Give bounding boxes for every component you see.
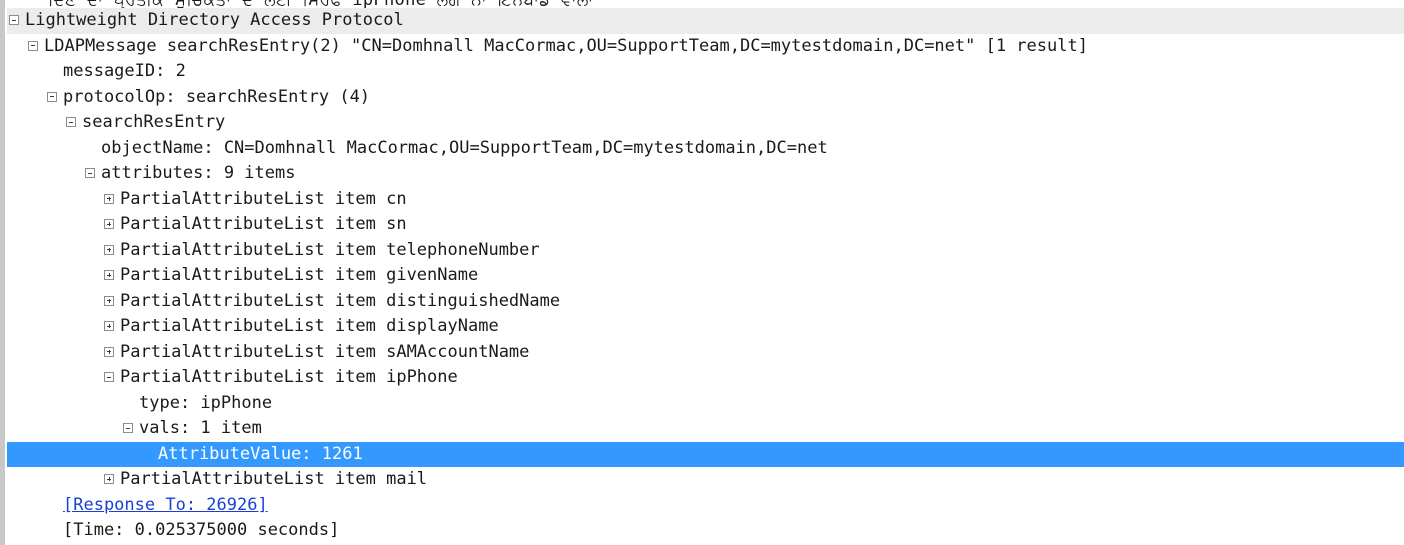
tree-row-label: [Time: 0.025375000 seconds] [63,520,340,540]
tree-row-ipphone-item[interactable]: PartialAttributeList item ipPhone [7,365,1404,391]
tree-row-label: searchResEntry [82,112,226,132]
tree-row-ipphone-type[interactable]: type: ipPhone [7,391,1404,417]
tree-row-object-name[interactable]: objectName: CN=Domhnall MacCormac,OU=Sup… [7,136,1404,162]
tree-row-message-id[interactable]: messageID: 2 [7,59,1404,85]
tree-row-label: messageID: 2 [63,61,186,81]
tree-row-label: PartialAttributeList item sAMAccountName [120,341,530,362]
tree-row-label: AttributeValue: 1261 [158,443,363,464]
expand-icon[interactable] [104,244,114,255]
tree-row-attributes[interactable]: attributes: 9 items [7,161,1404,187]
tree-row-label: PartialAttributeList item ipPhone [120,367,458,387]
expand-icon[interactable] [104,321,114,331]
expand-icon[interactable] [104,193,114,204]
tree-row-label: objectName: CN=Domhnall MacCormac,OU=Sup… [101,137,828,158]
tree-row-label: LDAPMessage searchResEntry(2) "CN=Domhna… [44,35,1088,56]
expand-icon[interactable] [104,270,114,280]
tree-row-label: PartialAttributeList item displayName [120,316,499,336]
tree-row-attribute-item[interactable]: PartialAttributeList item telephoneNumbe… [7,238,1404,264]
tree-row-label: vals: 1 item [139,418,262,438]
tree-row-ldap-root[interactable]: Lightweight Directory Access Protocol [7,8,1404,34]
tree-row-ipphone-vals[interactable]: vals: 1 item [7,416,1404,442]
tree-row-attribute-item[interactable]: PartialAttributeList item distinguishedN… [7,289,1404,315]
tree-row-attribute-value-selected[interactable]: AttributeValue: 1261 [7,441,1404,467]
packet-details-tree: Lightweight Directory Access Protocol LD… [7,8,1404,544]
collapse-icon[interactable] [104,372,114,382]
collapse-icon[interactable] [47,91,57,102]
collapse-icon[interactable] [123,423,133,433]
tree-row-label: Lightweight Directory Access Protocol [25,10,404,30]
tree-row-label: PartialAttributeList item givenName [120,265,479,285]
response-to-link[interactable]: [Response To: 26926] [63,493,268,519]
tree-row-label: protocolOp: searchResEntry (4) [63,86,371,107]
tree-row-label: PartialAttributeList item distinguishedN… [120,290,561,311]
tree-row-mail-item[interactable]: PartialAttributeList item mail [7,467,1404,493]
collapse-icon[interactable] [28,40,38,51]
tree-row-attribute-item[interactable]: PartialAttributeList item displayName [7,314,1404,340]
tree-row-label: PartialAttributeList item telephoneNumbe… [120,239,540,260]
tree-row-attribute-item[interactable]: PartialAttributeList item sn [7,212,1404,238]
tree-row-time[interactable]: [Time: 0.025375000 seconds] [7,518,1404,544]
collapse-icon[interactable] [66,117,76,127]
expand-icon[interactable] [104,346,114,357]
expand-icon[interactable] [104,219,114,229]
tree-row-label: PartialAttributeList item cn [120,188,407,209]
tree-row-attribute-item[interactable]: PartialAttributeList item sAMAccountName [7,340,1404,366]
collapse-icon[interactable] [9,15,19,25]
tree-row-label: attributes: 9 items [101,163,296,183]
tree-row-label: type: ipPhone [139,392,273,413]
tree-row-label: PartialAttributeList item mail [120,469,428,489]
expand-icon[interactable] [104,474,114,484]
tree-row-attribute-item[interactable]: PartialAttributeList item cn [7,187,1404,213]
tree-row-attribute-item[interactable]: PartialAttributeList item givenName [7,263,1404,289]
tree-row-protocol-op[interactable]: protocolOp: searchResEntry (4) [7,85,1404,111]
tree-row-ldap-message[interactable]: LDAPMessage searchResEntry(2) "CN=Domhna… [7,34,1404,60]
tree-row-response-to[interactable]: [Response To: 26926] [7,493,1404,519]
expand-icon[interactable] [104,295,114,306]
tree-row-search-res-entry[interactable]: searchResEntry [7,110,1404,136]
tree-row-label: PartialAttributeList item sn [120,214,407,234]
collapse-icon[interactable] [85,168,95,178]
left-gutter-bar [0,0,5,545]
